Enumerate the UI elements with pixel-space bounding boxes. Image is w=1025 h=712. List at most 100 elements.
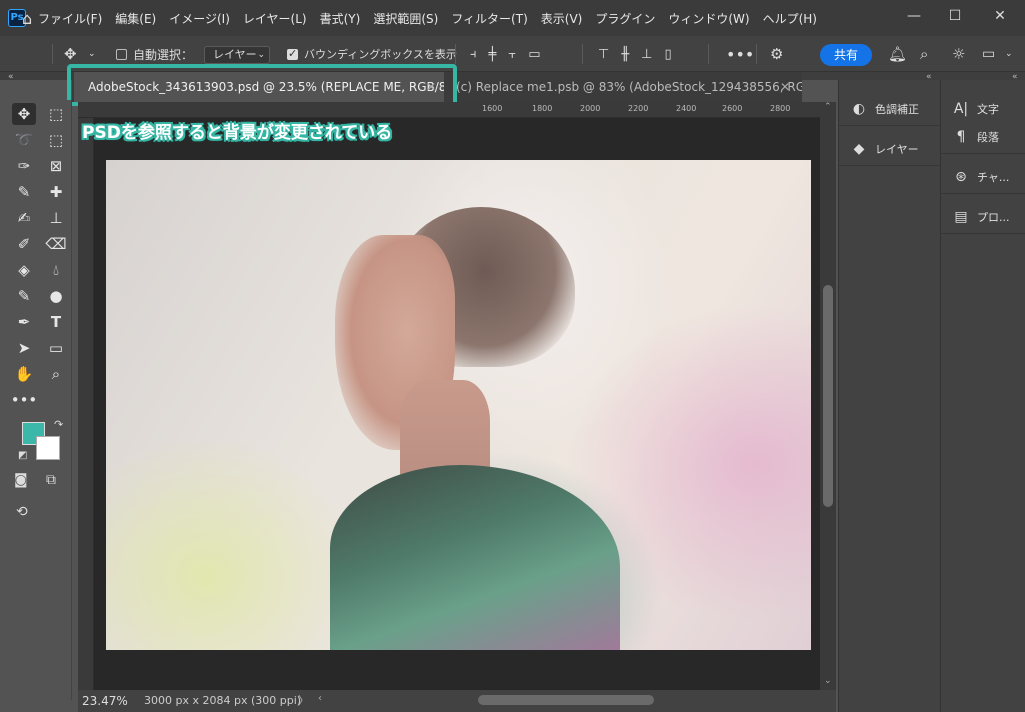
eraser-tool-icon[interactable]: ⌫ <box>44 233 68 255</box>
properties-icon: ▤ <box>954 208 968 225</box>
scroll-down-icon[interactable]: ⌄ <box>824 676 832 686</box>
move-tool-icon[interactable]: ✥ <box>12 103 36 125</box>
frame-tool-icon[interactable]: ⊠ <box>44 155 68 177</box>
dodge-tool-icon[interactable]: ✎ <box>12 285 36 307</box>
history-brush-icon[interactable]: ✐ <box>12 233 36 255</box>
align-middle-icon[interactable]: ╫ <box>621 47 629 62</box>
align-buttons: ⫞ ╪ ⫟ ▭ <box>470 36 541 72</box>
menu-type[interactable]: 書式(Y) <box>320 10 361 27</box>
channels-icon: ⊛ <box>955 168 967 185</box>
menu-edit[interactable]: 編集(E) <box>115 10 156 27</box>
menu-select[interactable]: 選択範囲(S) <box>373 10 438 27</box>
align-top-icon[interactable]: ⊤ <box>598 47 609 62</box>
bounding-box-checkbox[interactable] <box>287 47 298 60</box>
menu-window[interactable]: ウィンドウ(W) <box>668 10 749 27</box>
tools-panel: ✥ ⬚ ➰ ⬚ ✑ ⊠ ✎ ✚ ✍ ⊥ ✐ ⌫ ◈ 💧︎ ✎ ● ✒ T ➤ ▭… <box>6 100 72 700</box>
swap-colors-icon[interactable]: ↷ <box>54 418 63 431</box>
align-right-icon[interactable]: ⫟ <box>508 47 516 62</box>
collapse-left-icon[interactable]: « <box>8 72 14 82</box>
auto-select-checkbox[interactable] <box>116 48 127 60</box>
search-icon[interactable]: ⌕ <box>920 36 928 72</box>
auto-select-dropdown[interactable]: レイヤー ⌄ <box>204 46 270 64</box>
layers-panel-button[interactable]: ◆ レイヤー <box>839 132 940 166</box>
ruler-tick: 2400 <box>676 104 697 113</box>
blur-tool-icon[interactable]: 💧︎ <box>44 259 68 281</box>
channels-panel-button[interactable]: ⊛ チャ... <box>941 160 1025 194</box>
vertical-ruler <box>78 118 94 690</box>
panel-label: 段落 <box>977 130 999 144</box>
pen-tool-icon[interactable]: ✒ <box>12 311 36 333</box>
menu-filter[interactable]: フィルター(T) <box>451 10 527 27</box>
healing-brush-icon[interactable]: ✚ <box>44 181 68 203</box>
panel-dock-right: A| 文字 ¶ 段落 ⊛ チャ... ▤ プロ... <box>940 80 1025 712</box>
status-menu-arrow[interactable]: 〉 <box>298 692 309 708</box>
ruler-tick: 2200 <box>628 104 649 113</box>
default-colors-icon[interactable]: ◩ <box>18 450 27 461</box>
home-icon[interactable]: ⌂ <box>22 0 32 36</box>
eyedropper-tool-icon[interactable]: ✎ <box>12 181 36 203</box>
type-tool-icon[interactable]: T <box>44 311 68 333</box>
divider <box>455 44 456 64</box>
more-options-icon[interactable]: ••• <box>726 36 754 72</box>
align-bottom-icon[interactable]: ⊥ <box>641 47 652 62</box>
paragraph-panel-button[interactable]: ¶ 段落 <box>941 120 1025 154</box>
lasso-tool-icon[interactable]: ➰ <box>12 129 36 151</box>
marquee-tool-icon[interactable]: ⬚ <box>44 103 68 125</box>
adjustments-panel-button[interactable]: ◐ 色調補正 <box>839 92 940 126</box>
distribute-icon[interactable]: ▭ <box>528 47 540 62</box>
menu-help[interactable]: ヘルプ(H) <box>763 10 817 27</box>
paint-bucket-icon[interactable]: ◈ <box>12 259 36 281</box>
vertical-scroll-thumb[interactable] <box>823 285 833 507</box>
distribute-vertical-icon[interactable]: ▯ <box>664 47 671 62</box>
menu-layer[interactable]: レイヤー(L) <box>243 10 307 27</box>
hand-tool-icon[interactable]: ✋ <box>12 363 36 385</box>
menu-view[interactable]: 表示(V) <box>541 10 583 27</box>
share-button[interactable]: 共有 <box>820 44 872 66</box>
close-window-button[interactable]: ✕ <box>990 6 1010 26</box>
generative-fill-icon[interactable]: ⟲ <box>16 504 28 520</box>
zoom-tool-icon[interactable]: ⌕ <box>44 363 68 385</box>
ruler-tick: 1600 <box>482 104 503 113</box>
scroll-up-icon[interactable]: ⌃ <box>824 102 832 112</box>
properties-panel-button[interactable]: ▤ プロ... <box>941 200 1025 234</box>
burn-tool-icon[interactable]: ● <box>44 285 68 307</box>
zoom-level[interactable]: 23.47% <box>82 690 128 712</box>
minimize-button[interactable]: — <box>904 6 924 26</box>
menu-file[interactable]: ファイル(F) <box>38 10 102 27</box>
object-select-tool-icon[interactable]: ⬚ <box>44 129 68 151</box>
clone-stamp-icon[interactable]: ⊥ <box>44 207 68 229</box>
align-left-icon[interactable]: ⫞ <box>470 47 477 62</box>
character-icon: A| <box>953 101 969 117</box>
screen-mode-icon[interactable]: ⧉ <box>46 472 56 488</box>
document-info: 3000 px x 2084 px (300 ppi) <box>144 694 302 707</box>
menu-plugins[interactable]: プラグイン <box>595 10 655 27</box>
more-tools-icon[interactable]: ••• <box>11 389 38 411</box>
tab-inactive-document[interactable]: (c) Replace me1.psb @ 83% (AdobeStock_12… <box>446 72 802 102</box>
chevron-down-icon[interactable]: ⌄ <box>1005 36 1013 72</box>
horizontal-scroll-thumb[interactable] <box>478 695 654 705</box>
lightbulb-icon[interactable]: ☼ <box>952 36 965 72</box>
divider <box>582 44 583 64</box>
brush-tool-icon[interactable]: ✍ <box>12 207 36 229</box>
background-color-swatch[interactable] <box>36 436 60 460</box>
align-center-icon[interactable]: ╪ <box>489 47 497 62</box>
rectangle-tool-icon[interactable]: ▭ <box>44 337 68 359</box>
maximize-button[interactable]: ☐ <box>945 6 965 26</box>
horizontal-ruler: 1600 1800 2000 2200 2400 2600 2800 <box>78 102 820 118</box>
settings-gear-icon[interactable]: ⚙ <box>770 36 783 72</box>
main-menu: ファイル(F) 編集(E) イメージ(I) レイヤー(L) 書式(Y) 選択範囲… <box>38 0 817 36</box>
panel-label: 文字 <box>977 103 999 116</box>
close-icon[interactable]: ✕ <box>780 72 790 102</box>
panel-label: チャ... <box>977 170 1010 184</box>
menu-image[interactable]: イメージ(I) <box>169 10 230 27</box>
scroll-left-icon[interactable]: ‹ <box>318 693 322 704</box>
quick-mask-icon[interactable]: ◙ <box>14 472 28 488</box>
notification-bell-icon[interactable]: 🔔︎ <box>888 36 907 72</box>
workspace-icon[interactable]: ▭ <box>982 36 995 72</box>
panel-dock-left: ◐ 色調補正 ◆ レイヤー <box>838 80 940 712</box>
crop-tool-icon[interactable]: ✑ <box>12 155 36 177</box>
path-select-icon[interactable]: ➤ <box>12 337 36 359</box>
annotation-caption: PSDを参照すると背景が変更されている <box>82 123 393 143</box>
align-vertical-buttons: ⊤ ╫ ⊥ ▯ <box>598 36 672 72</box>
ruler-tick: 2000 <box>580 104 601 113</box>
